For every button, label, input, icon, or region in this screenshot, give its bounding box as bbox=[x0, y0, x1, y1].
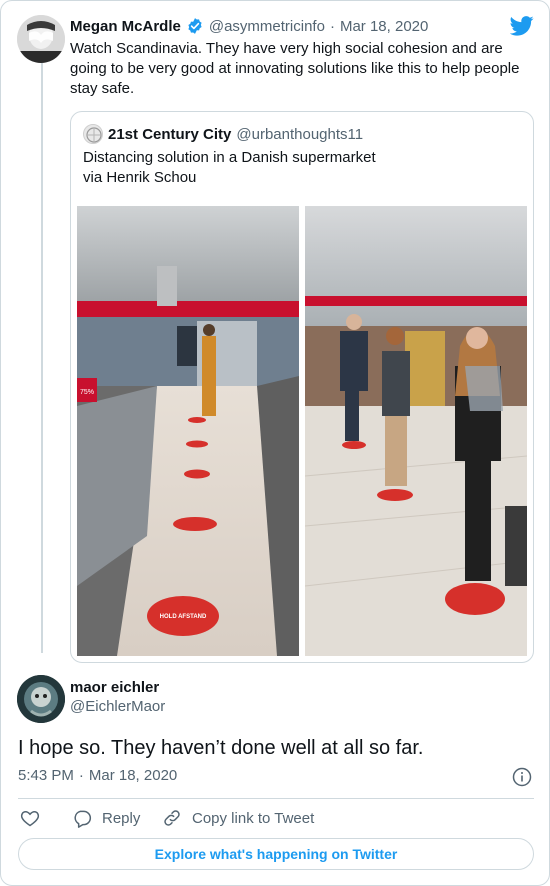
quoted-author-name: 21st Century City bbox=[108, 125, 232, 143]
thread-line bbox=[41, 63, 43, 653]
avatar-image bbox=[17, 15, 65, 63]
info-icon[interactable] bbox=[512, 767, 532, 787]
quoted-line-1: Distancing solution in a Danish supermar… bbox=[83, 149, 376, 166]
speech-bubble-icon bbox=[72, 808, 92, 828]
explore-label: Explore what's happening on Twitter bbox=[154, 846, 398, 862]
divider bbox=[18, 798, 534, 799]
copy-link-label: Copy link to Tweet bbox=[192, 809, 315, 827]
timestamp-separator: · bbox=[78, 767, 84, 784]
quoted-line-2: via Henrik Schou bbox=[83, 169, 197, 186]
reply-time: 5:43 PM bbox=[18, 767, 74, 784]
twitter-bird-icon[interactable] bbox=[509, 15, 534, 37]
embedded-tweet-card: Megan McArdle @asymmetricinfo · Mar 18, … bbox=[0, 0, 550, 886]
copy-link-button[interactable]: Copy link to Tweet bbox=[162, 807, 314, 829]
link-icon bbox=[162, 808, 182, 828]
reply-author-name[interactable]: maor eichler bbox=[70, 679, 165, 696]
floor-sign-text: HOLD AFSTAND bbox=[160, 614, 207, 620]
reply-author-handle[interactable]: @EichlerMaor bbox=[70, 698, 165, 715]
supermarket-photo-right[interactable] bbox=[305, 206, 527, 656]
reply-avatar-image bbox=[17, 675, 65, 723]
author-avatar[interactable] bbox=[17, 15, 65, 63]
reply-author-avatar[interactable] bbox=[17, 675, 65, 723]
quoted-author-handle: @urbanthoughts11 bbox=[236, 125, 364, 143]
tweet-header: Megan McArdle @asymmetricinfo · Mar 18, … bbox=[70, 17, 428, 35]
reply-label: Reply bbox=[102, 809, 141, 827]
header-separator: · bbox=[329, 17, 335, 35]
author-name[interactable]: Megan McArdle bbox=[70, 18, 181, 35]
tweet-date[interactable]: Mar 18, 2020 bbox=[340, 18, 428, 35]
reply-header: maor eichler @EichlerMaor bbox=[70, 679, 165, 715]
reply-timestamp[interactable]: 5:43 PM · Mar 18, 2020 bbox=[18, 767, 177, 784]
price-sign-text: 75% bbox=[80, 389, 94, 396]
heart-icon bbox=[20, 808, 40, 828]
reply-text: I hope so. They haven’t done well at all… bbox=[18, 737, 424, 759]
quoted-tweet[interactable]: 21st Century City @urbanthoughts11 Dista… bbox=[70, 111, 534, 663]
verified-badge-icon bbox=[186, 17, 204, 35]
quoted-tweet-text: Distancing solution in a Danish supermar… bbox=[83, 148, 513, 188]
reply-button[interactable]: Reply bbox=[72, 807, 140, 829]
explore-button[interactable]: Explore what's happening on Twitter bbox=[18, 838, 534, 870]
city-logo-icon bbox=[86, 127, 102, 143]
like-button[interactable] bbox=[20, 807, 40, 829]
reply-date: Mar 18, 2020 bbox=[88, 767, 178, 784]
quoted-author-avatar bbox=[83, 124, 103, 144]
author-handle[interactable]: @asymmetricinfo bbox=[209, 18, 325, 35]
tweet-text: Watch Scandinavia. They have very high s… bbox=[70, 40, 520, 97]
quoted-tweet-header: 21st Century City @urbanthoughts11 bbox=[83, 124, 363, 144]
supermarket-photo-left[interactable]: HOLD AFSTAND 75% bbox=[77, 206, 299, 656]
